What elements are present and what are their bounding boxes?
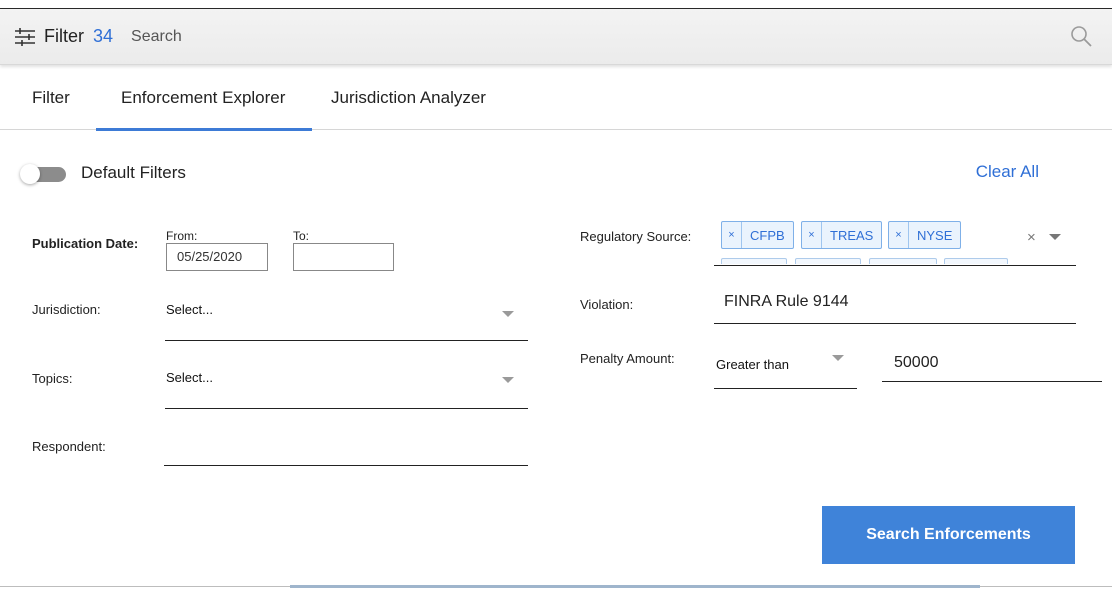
filter-search-bar: Filter 34	[0, 9, 1112, 65]
default-filters-toggle[interactable]	[20, 164, 66, 184]
overflow-tag-row	[721, 258, 787, 264]
from-label: From:	[166, 229, 198, 243]
jurisdiction-select[interactable]: Select...	[166, 302, 213, 317]
penalty-amount-underline	[882, 381, 1102, 382]
topics-label: Topics:	[32, 371, 73, 386]
penalty-operator-underline	[714, 388, 857, 389]
violation-label: Violation:	[580, 297, 634, 312]
tag-treas[interactable]: × TREAS	[801, 221, 883, 249]
regulatory-source-caret-down-icon[interactable]	[1049, 234, 1061, 240]
tag-remove-icon[interactable]: ×	[889, 222, 909, 248]
respondent-label: Respondent:	[32, 439, 106, 454]
jurisdiction-caret-down-icon[interactable]	[502, 311, 514, 317]
regulatory-source-label: Regulatory Source:	[580, 229, 692, 244]
publication-date-label: Publication Date:	[32, 236, 139, 251]
topics-caret-down-icon[interactable]	[502, 377, 514, 383]
regulatory-source-underline	[714, 265, 1076, 266]
to-date-field[interactable]	[293, 243, 394, 271]
penalty-amount-label: Penalty Amount:	[580, 351, 675, 366]
tag-nyse[interactable]: × NYSE	[888, 221, 962, 249]
penalty-caret-down-icon[interactable]	[832, 355, 844, 361]
clear-selection-icon[interactable]: ×	[1027, 229, 1036, 246]
penalty-operator-select[interactable]: Greater than	[716, 357, 789, 372]
respondent-input[interactable]	[166, 440, 528, 460]
toggle-knob	[20, 164, 40, 184]
jurisdiction-underline	[165, 340, 528, 341]
tag-label: CFPB	[750, 227, 785, 243]
tag-cfpb[interactable]: × CFPB	[721, 221, 794, 249]
tag-remove-icon[interactable]: ×	[722, 222, 742, 248]
tab-jurisdiction-analyzer[interactable]: Jurisdiction Analyzer	[331, 66, 486, 130]
search-enforcements-button[interactable]: Search Enforcements	[822, 506, 1075, 564]
topics-underline	[165, 408, 528, 409]
bottom-scroll-indicator	[290, 585, 980, 588]
violation-input[interactable]: FINRA Rule 9144	[724, 293, 849, 311]
filter-count-badge: 34	[93, 26, 114, 46]
penalty-amount-input[interactable]: 50000	[894, 354, 939, 372]
search-input[interactable]	[131, 16, 1012, 57]
overflow-tag-row	[795, 258, 861, 264]
overflow-tag-row	[944, 258, 1008, 264]
tag-remove-icon[interactable]: ×	[802, 222, 822, 248]
respondent-underline	[164, 465, 528, 466]
tab-filter[interactable]: Filter	[32, 66, 70, 130]
filter-label: Filter	[44, 26, 84, 46]
default-filters-label: Default Filters	[81, 163, 186, 182]
topics-select[interactable]: Select...	[166, 370, 213, 385]
tab-bar: Filter Enforcement Explorer Jurisdiction…	[0, 66, 1112, 131]
sliders-icon	[14, 27, 36, 46]
filter-toggle-button[interactable]: Filter 34	[0, 9, 127, 65]
overflow-tag-row	[869, 258, 937, 264]
tab-enforcement-explorer[interactable]: Enforcement Explorer	[95, 66, 313, 131]
tag-label: TREAS	[830, 227, 874, 243]
search-icon[interactable]	[1070, 25, 1092, 52]
tag-label: NYSE	[917, 227, 953, 243]
to-label: To:	[293, 229, 310, 243]
clear-all-link[interactable]: Clear All	[976, 162, 1039, 182]
violation-underline	[714, 323, 1076, 324]
jurisdiction-label: Jurisdiction:	[32, 302, 101, 317]
from-date-field[interactable]: 05/25/2020	[166, 243, 268, 271]
